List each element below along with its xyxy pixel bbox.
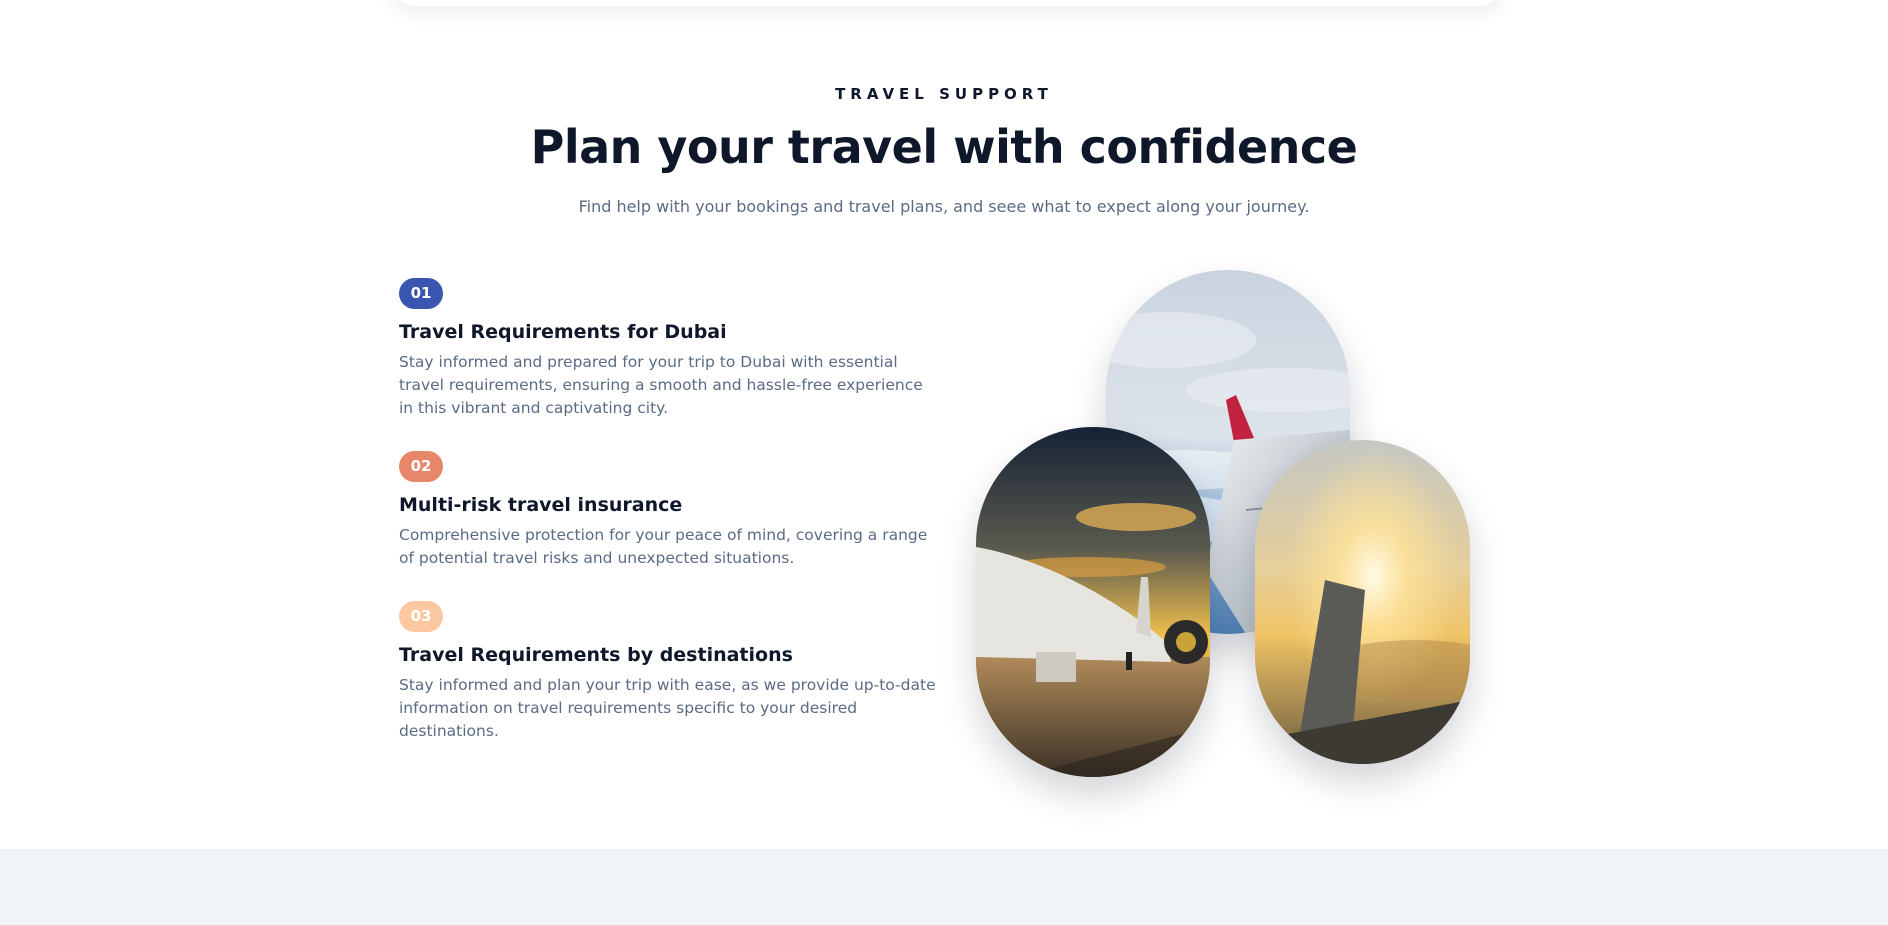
feature-title[interactable]: Travel Requirements for Dubai: [399, 321, 939, 343]
sunset-wing-image: [1255, 440, 1470, 764]
feature-description: Comprehensive protection for your peace …: [399, 526, 928, 567]
feature-number-badge: 03: [399, 601, 443, 632]
feature-number-badge: 02: [399, 451, 443, 482]
next-section-band: [0, 849, 1888, 925]
airplane-tarmac-sunset-image: [976, 427, 1210, 777]
feature-description: Stay informed and prepared for your trip…: [399, 353, 923, 417]
section-title: Plan your travel with confidence: [530, 120, 1358, 174]
feature-item-insurance[interactable]: 02 Multi-risk travel insurance Comprehen…: [399, 451, 939, 570]
section-subtitle: Find help with your bookings and travel …: [578, 197, 1310, 216]
feature-item-dubai[interactable]: 01 Travel Requirements for Dubai Stay in…: [399, 278, 939, 420]
feature-title[interactable]: Travel Requirements by destinations: [399, 644, 939, 666]
feature-title[interactable]: Multi-risk travel insurance: [399, 494, 939, 516]
feature-description: Stay informed and plan your trip with ea…: [399, 676, 936, 740]
section-eyebrow: TRAVEL SUPPORT: [835, 85, 1053, 103]
travel-support-section: TRAVEL SUPPORT Plan your travel with con…: [0, 0, 1888, 925]
feature-number-badge: 01: [399, 278, 443, 309]
top-card-edge: [390, 0, 1504, 6]
feature-item-destinations[interactable]: 03 Travel Requirements by destinations S…: [399, 601, 939, 743]
